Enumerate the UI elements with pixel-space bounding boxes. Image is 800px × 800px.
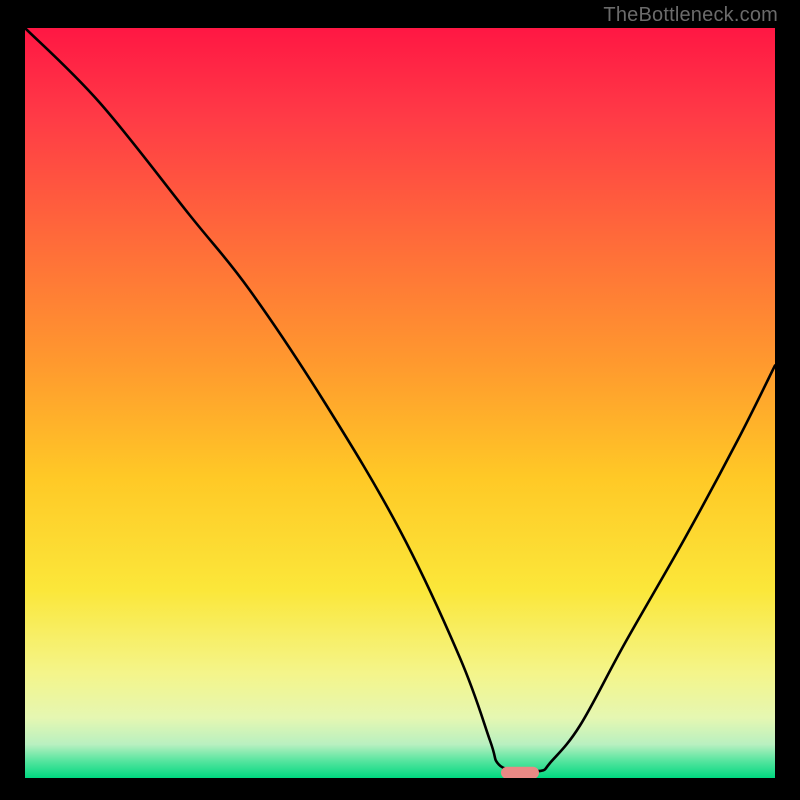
chart-frame: TheBottleneck.com xyxy=(0,0,800,800)
gradient-background xyxy=(25,28,775,778)
bottleneck-chart xyxy=(25,28,775,778)
optimal-marker xyxy=(501,767,539,778)
plot-area xyxy=(25,28,775,778)
watermark-label: TheBottleneck.com xyxy=(603,4,778,27)
